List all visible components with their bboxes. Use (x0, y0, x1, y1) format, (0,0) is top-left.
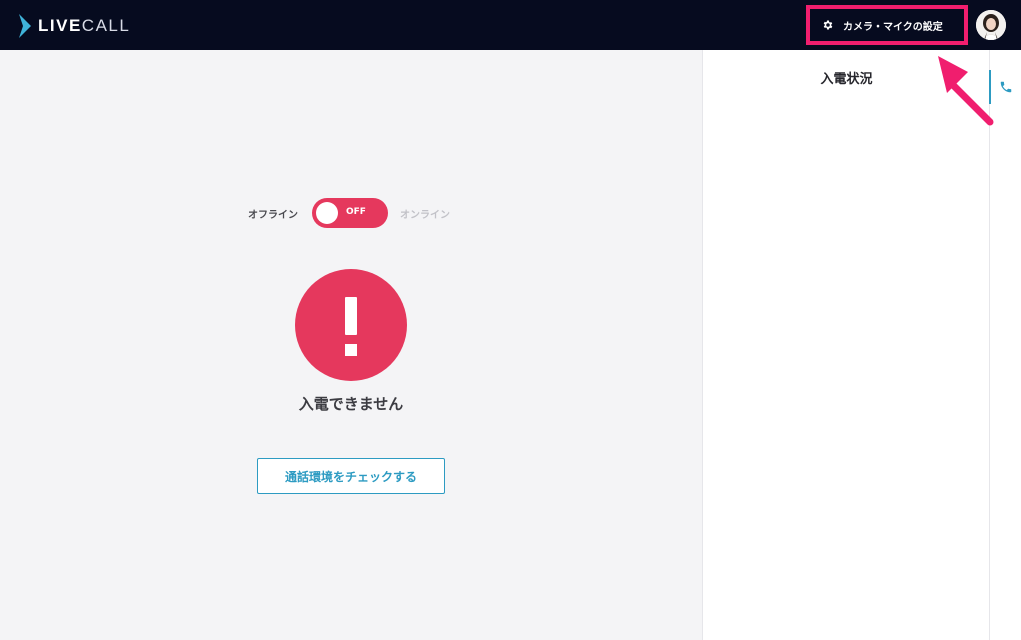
phone-icon (1000, 81, 1012, 93)
offline-label: オフライン (248, 210, 298, 221)
toggle-knob (316, 202, 338, 224)
check-call-environment-button[interactable]: 通話環境をチェックする (257, 458, 445, 494)
online-status-toggle[interactable]: OFF (312, 198, 388, 228)
top-bar: LIVECALL カメラ・マイクの設定 (0, 0, 1021, 50)
avatar-image (976, 10, 1006, 40)
right-rail (989, 50, 1021, 640)
active-tab-indicator (989, 70, 991, 104)
camera-mic-settings-button[interactable]: カメラ・マイクの設定 (806, 5, 968, 45)
logo-text: LIVECALL (38, 16, 131, 35)
online-label: オンライン (400, 210, 450, 221)
main-area: オフライン OFF オンライン 入電できません 通話環境をチェックする (0, 50, 702, 640)
online-toggle-row: オフライン OFF オンライン (0, 198, 702, 228)
livecall-logo[interactable]: LIVECALL (18, 13, 130, 39)
exclamation-icon (295, 269, 407, 381)
toggle-state-label: OFF (346, 207, 366, 217)
user-avatar[interactable] (976, 10, 1006, 40)
chevron-logo-icon (19, 14, 31, 38)
call-status-text: 入電できません (298, 395, 404, 413)
settings-button-label: カメラ・マイクの設定 (843, 21, 943, 33)
incoming-call-panel: 入電状況 (702, 50, 989, 640)
gear-icon (823, 20, 833, 30)
incoming-call-panel-title: 入電状況 (820, 72, 873, 87)
rail-tab-phone[interactable] (989, 70, 1021, 104)
